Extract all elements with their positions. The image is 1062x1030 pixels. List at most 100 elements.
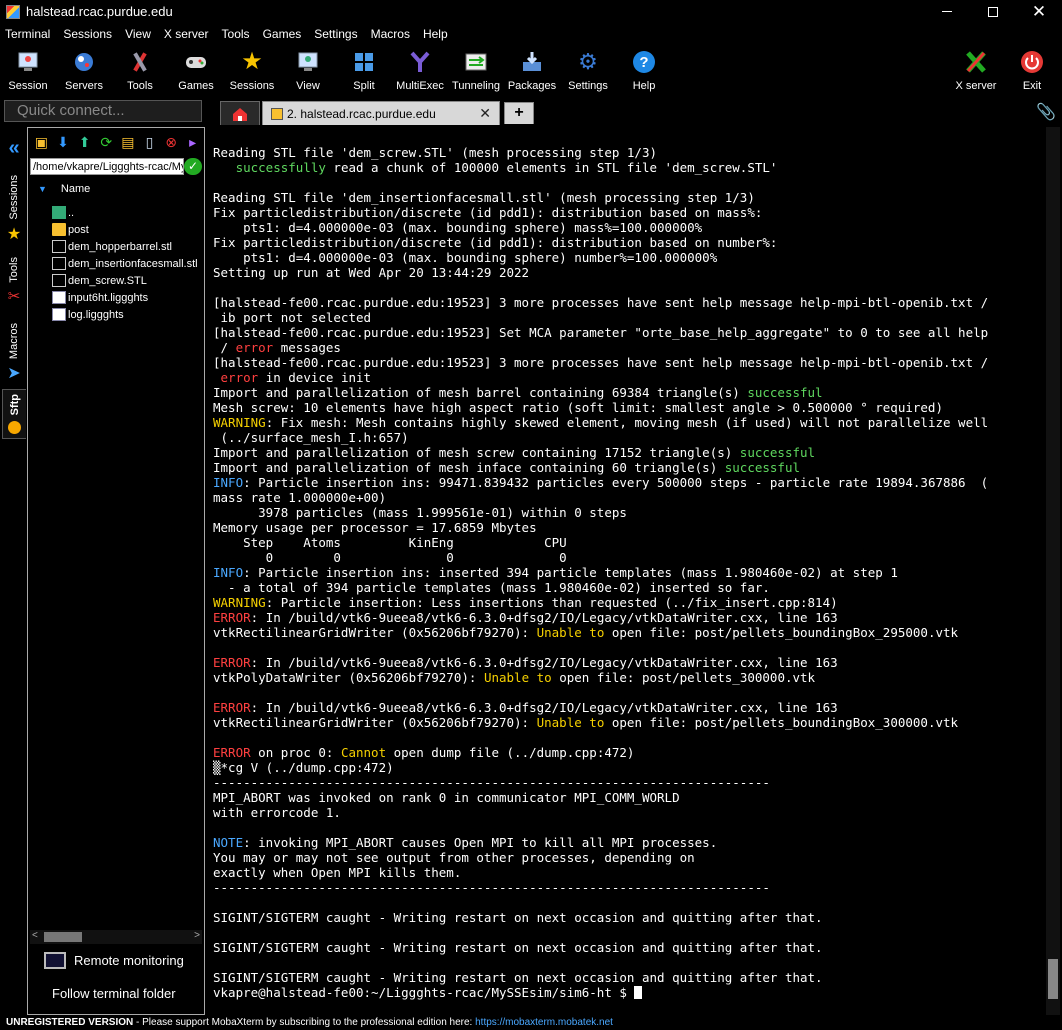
remote-monitoring-button[interactable]: Remote monitoring [44, 952, 184, 969]
upload-icon[interactable]: ⬆ [76, 133, 93, 151]
toolbar-multiexec-button[interactable]: MultiExec [392, 47, 448, 95]
sftp-horizontal-scrollbar[interactable]: < > [30, 930, 202, 944]
terminal-vertical-scrollbar[interactable] [1046, 127, 1060, 1015]
toolbar-x-server-button[interactable]: X server [948, 47, 1004, 95]
toolbar-settings-button[interactable]: ⚙ Settings [560, 47, 616, 95]
star-icon: ★ [6, 225, 22, 243]
minimize-button[interactable] [924, 0, 970, 23]
terminal-line: [halstead-fe00.rcac.purdue.edu:19523] 3 … [213, 295, 989, 310]
path-go-button[interactable]: ✓ [184, 158, 202, 175]
session-icon [15, 49, 41, 75]
sftp-icon [8, 421, 21, 435]
tab-halstead-session[interactable]: 2. halstead.rcac.purdue.edu ✕ [262, 101, 500, 125]
tab-label: 2. halstead.rcac.purdue.edu [287, 106, 436, 121]
terminal-line: - a total of 394 particle templates (mas… [213, 580, 770, 595]
menu-sessions[interactable]: Sessions [63, 27, 112, 41]
side-tab-sessions[interactable]: Sessions ★ [2, 175, 26, 244]
tab-close-button[interactable]: ✕ [479, 105, 491, 122]
refresh-icon[interactable]: ⟳ [98, 133, 115, 151]
toolbar-games-button[interactable]: Games [168, 47, 224, 95]
paperclip-icon[interactable]: 📎 [1036, 102, 1056, 122]
sftp-toolbar: ▣ ⬇ ⬆ ⟳ ▤ ▯ ⊗ ▸ [28, 128, 206, 156]
terminal-output[interactable]: Reading STL file 'dem_screw.STL' (mesh p… [210, 127, 1044, 1015]
terminal-line: Fix particledistribution/discrete (id pd… [213, 235, 778, 250]
terminal-line: Step Atoms KinEng CPU [213, 535, 567, 550]
close-window-button[interactable]: ✕ [1016, 0, 1062, 23]
menu-games[interactable]: Games [263, 27, 302, 41]
quick-connect-input[interactable]: Quick connect... [4, 100, 202, 122]
side-tab-bar: « Sessions ★ Tools ✂ Macros ➤ Sftp [0, 127, 27, 1015]
file-item[interactable]: dem_screw.STL [52, 272, 198, 289]
collapse-sidebar-button[interactable]: « [2, 137, 26, 160]
scrollbar-thumb[interactable] [1048, 959, 1058, 999]
scrollbar-thumb[interactable] [44, 932, 82, 942]
toolbar-packages-button[interactable]: Packages [504, 47, 560, 95]
menu-x-server[interactable]: X server [164, 27, 209, 41]
tools-icon: ✂ [7, 287, 21, 305]
sftp-path-input[interactable]: /home/vkapre/Liggghts-rcac/MySSEsim/sim6… [30, 158, 184, 175]
more-icon[interactable]: ▸ [184, 133, 201, 151]
menu-view[interactable]: View [125, 27, 151, 41]
delete-icon[interactable]: ⊗ [163, 133, 180, 151]
toolbar-view-button[interactable]: View [280, 47, 336, 95]
terminal-line: pts1: d=4.000000e-03 (max. bounding sphe… [213, 250, 718, 265]
mobaxterm-link[interactable]: https://mobaxterm.mobatek.net [475, 1017, 613, 1028]
terminal-line: Reading STL file 'dem_insertionfacesmall… [213, 190, 755, 205]
file-item[interactable]: dem_insertionfacesmall.stl [52, 255, 198, 272]
file-icon [52, 257, 66, 270]
shell-prompt[interactable]: vkapre@halstead-fe00:~/Liggghts-rcac/MyS… [213, 985, 988, 1000]
toolbar-sessions-button[interactable]: ★ Sessions [224, 47, 280, 95]
terminal-line: INFO: Particle insertion ins: 99471.8394… [213, 475, 989, 490]
status-bar: UNREGISTERED VERSION - Please support Mo… [0, 1015, 1062, 1030]
side-tab-tools[interactable]: Tools ✂ [2, 257, 26, 305]
toolbar-tunneling-button[interactable]: Tunneling [448, 47, 504, 95]
file-item[interactable]: post [52, 221, 198, 238]
menu-settings[interactable]: Settings [314, 27, 357, 41]
terminal-line: vtkRectilinearGridWriter (0x56206bf79270… [213, 625, 959, 640]
menu-tools[interactable]: Tools [222, 27, 250, 41]
terminal-line: Import and parallelization of mesh barre… [213, 385, 823, 400]
terminal-line: ----------------------------------------… [213, 880, 770, 895]
follow-terminal-folder-checkbox[interactable]: Follow terminal folder [52, 986, 176, 1001]
new-file-icon[interactable]: ▯ [141, 133, 158, 151]
toolbar-tools-button[interactable]: Tools [112, 47, 168, 95]
new-tab-button[interactable]: + [504, 102, 534, 124]
file-item[interactable]: .. [52, 204, 198, 221]
file-icon [52, 240, 66, 253]
text-file-icon [52, 291, 66, 304]
side-tab-sftp[interactable]: Sftp [2, 389, 26, 440]
terminal-line: ERROR: In /build/vtk6-9ueea8/vtk6-6.3.0+… [213, 700, 838, 715]
terminal-line: Setting up run at Wed Apr 20 13:44:29 20… [213, 265, 530, 280]
maximize-icon [988, 6, 998, 17]
toolbar-help-button[interactable]: ? Help [616, 47, 672, 95]
menu-macros[interactable]: Macros [371, 27, 410, 41]
scroll-left-icon[interactable]: < [32, 930, 38, 941]
scroll-right-icon[interactable]: > [194, 930, 200, 941]
home-tab[interactable] [220, 101, 260, 125]
file-item[interactable]: dem_hopperbarrel.stl [52, 238, 198, 255]
name-column-header: Name [60, 183, 91, 195]
file-item[interactable]: input6ht.liggghts [52, 289, 198, 306]
terminal-line: WARNING: Particle insertion: Less insert… [213, 595, 838, 610]
toolbar-exit-button[interactable]: Exit [1004, 47, 1060, 95]
maximize-button[interactable] [970, 0, 1016, 23]
terminal-line: Mesh screw: 10 elements have high aspect… [213, 400, 943, 415]
file-item[interactable]: log.liggghts [52, 306, 198, 323]
terminal-line: ERROR: In /build/vtk6-9ueea8/vtk6-6.3.0+… [213, 610, 838, 625]
session-tab-strip: 2. halstead.rcac.purdue.edu ✕ + 📎 [206, 99, 1062, 125]
side-tab-macros[interactable]: Macros ➤ [2, 323, 26, 383]
new-folder-icon[interactable]: ▤ [120, 133, 137, 151]
download-icon[interactable]: ⬇ [55, 133, 72, 151]
toolbar-split-button[interactable]: Split [336, 47, 392, 95]
menu-help[interactable]: Help [423, 27, 448, 41]
terminal-line: MPI_ABORT was invoked on rank 0 in commu… [213, 790, 680, 805]
menu-terminal[interactable]: Terminal [5, 27, 50, 41]
open-folder-icon[interactable]: ▣ [33, 133, 50, 151]
toolbar-servers-button[interactable]: Servers [56, 47, 112, 95]
file-list-header[interactable]: ▼ Name [28, 180, 204, 198]
toolbar-session-button[interactable]: Session [0, 47, 56, 95]
